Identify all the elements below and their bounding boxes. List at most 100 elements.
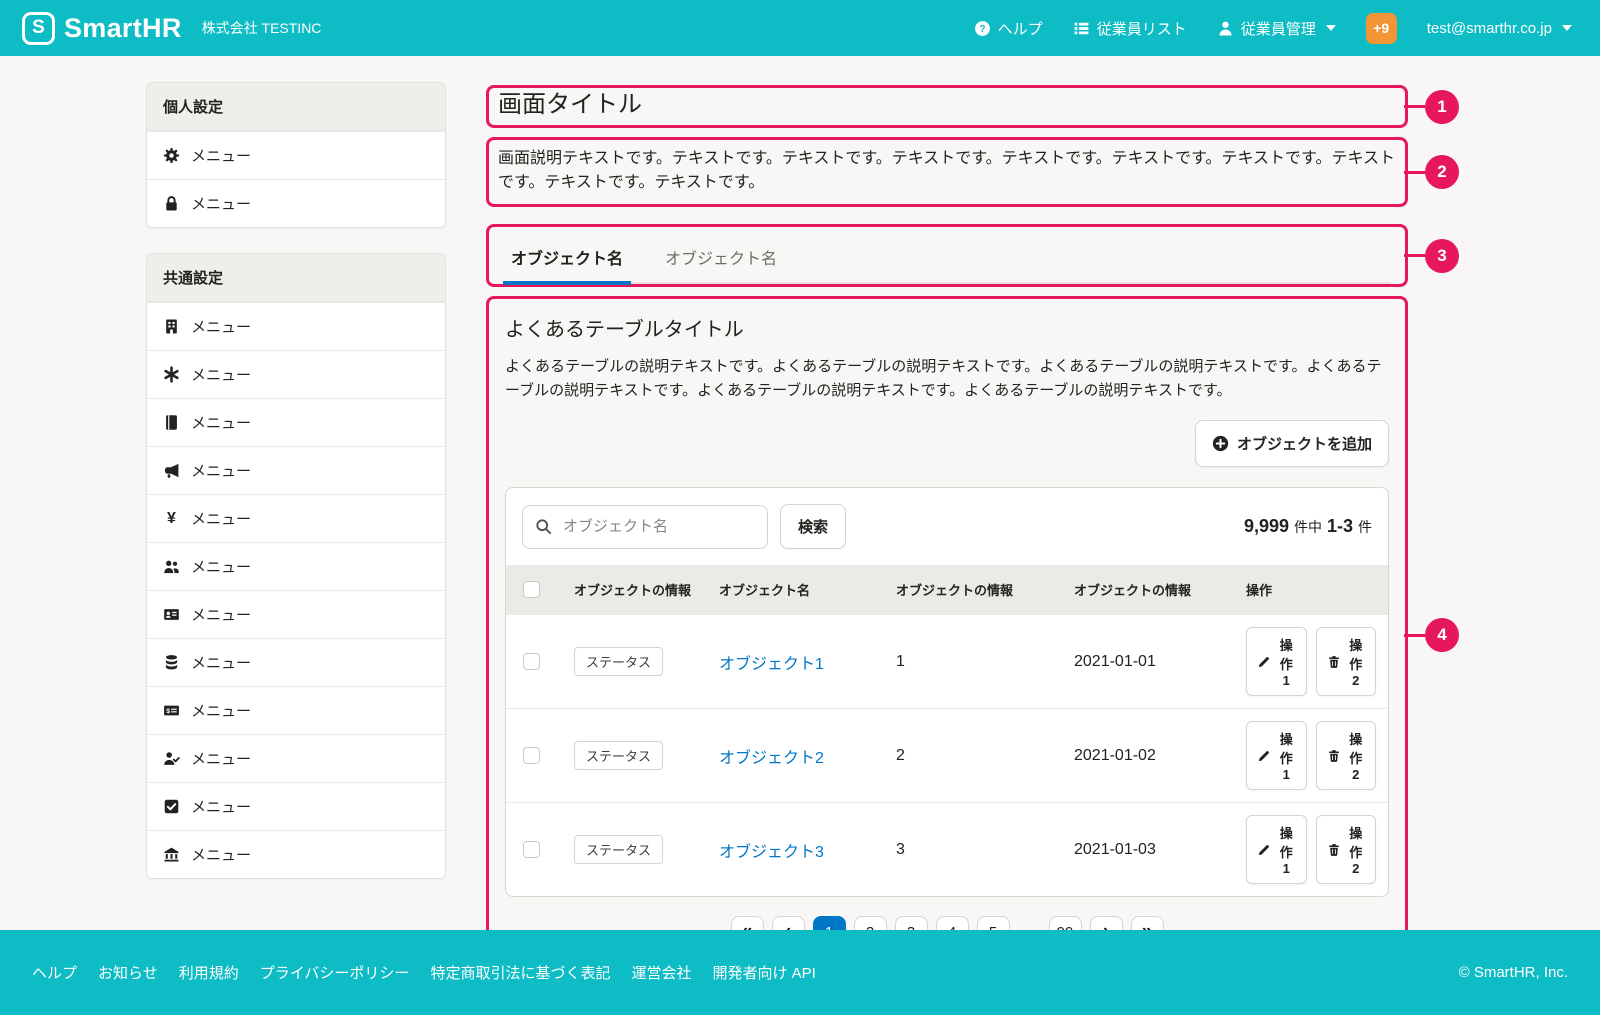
megaphone-icon xyxy=(163,462,180,479)
result-total-suffix: 件中 xyxy=(1294,517,1322,537)
select-all-checkbox[interactable] xyxy=(523,581,540,598)
annotation-box-3: オブジェクト名 オブジェクト名 3 xyxy=(486,224,1408,287)
column-header: オブジェクトの情報 xyxy=(884,565,1062,615)
sidebar-item-menu[interactable]: メニュー xyxy=(147,398,445,446)
sidebar-item-menu[interactable]: メニュー xyxy=(147,782,445,830)
result-total: 9,999 xyxy=(1244,516,1289,537)
search-button[interactable]: 検索 xyxy=(780,504,846,549)
sidebar-group-personal: 個人設定 メニュー メニュー xyxy=(146,82,446,228)
nav-employee-admin-label: 従業員管理 xyxy=(1241,18,1316,39)
page-title: 画面タイトル xyxy=(498,90,1396,120)
object-date: 2021-01-02 xyxy=(1062,709,1234,803)
action2-button[interactable]: 操作2 xyxy=(1316,627,1377,696)
sidebar-item-menu[interactable]: メニュー xyxy=(147,686,445,734)
table-card-title: よくあるテーブルタイトル xyxy=(505,313,1389,342)
object-link[interactable]: オブジェクト3 xyxy=(719,844,824,861)
row-checkbox[interactable] xyxy=(523,841,540,858)
page-description: 画面説明テキストです。テキストです。テキストです。テキストです。テキストです。テ… xyxy=(498,147,1396,195)
action2-button[interactable]: 操作2 xyxy=(1316,721,1377,790)
sidebar-item-menu[interactable]: メニュー xyxy=(147,734,445,782)
sidebar-item-menu[interactable]: メニュー xyxy=(147,302,445,350)
object-info: 1 xyxy=(884,615,1062,709)
object-link[interactable]: オブジェクト2 xyxy=(719,750,824,767)
table-row: ステータス オブジェクト1 1 2021-01-01 操作1 xyxy=(506,615,1388,709)
sidebar-group-title: 個人設定 xyxy=(147,83,445,131)
sidebar-item-menu[interactable]: メニュー xyxy=(147,590,445,638)
header-nav: ヘルプ 従業員リスト 従業員管理 +9 test@smarthr.co.jp xyxy=(974,13,1572,44)
annotation-box-4: よくあるテーブルタイトル よくあるテーブルの説明テキストです。よくあるテーブルの… xyxy=(486,296,1408,974)
tab-object-2[interactable]: オブジェクト名 xyxy=(657,239,785,285)
smarthr-logo-text: SmartHR xyxy=(64,13,182,44)
pencil-icon xyxy=(1257,749,1271,763)
notification-badge[interactable]: +9 xyxy=(1366,13,1397,44)
sidebar-item-menu[interactable]: ¥ メニュー xyxy=(147,494,445,542)
annotation-box-1: 画面タイトル 1 xyxy=(486,85,1408,128)
search-box xyxy=(522,505,768,549)
footer-link-company[interactable]: 運営会社 xyxy=(631,962,691,983)
sidebar-item-label: メニュー xyxy=(191,700,251,721)
nav-employee-admin[interactable]: 従業員管理 xyxy=(1217,18,1336,39)
sidebar-item-label: メニュー xyxy=(191,748,251,769)
sidebar-item-menu[interactable]: メニュー xyxy=(147,542,445,590)
sidebar-item-menu[interactable]: メニュー xyxy=(147,830,445,878)
object-table: オブジェクトの情報 オブジェクト名 オブジェクトの情報 オブジェクトの情報 操作… xyxy=(506,565,1388,896)
id-card-icon xyxy=(163,606,180,623)
column-header: オブジェクトの情報 xyxy=(1062,565,1234,615)
row-checkbox[interactable] xyxy=(523,747,540,764)
action2-button[interactable]: 操作2 xyxy=(1316,815,1377,884)
smarthr-logo[interactable]: S SmartHR xyxy=(22,12,182,45)
sidebar-item-label: メニュー xyxy=(191,844,251,865)
tab-object-1[interactable]: オブジェクト名 xyxy=(503,239,631,285)
result-range-suffix: 件 xyxy=(1358,517,1372,537)
money-check-icon xyxy=(163,702,180,719)
sidebar-item-menu[interactable]: メニュー xyxy=(147,131,445,179)
action2-label: 操作2 xyxy=(1347,823,1366,876)
sidebar-item-label: メニュー xyxy=(191,604,251,625)
sidebar-item-menu[interactable]: メニュー xyxy=(147,446,445,494)
action1-button[interactable]: 操作1 xyxy=(1246,815,1307,884)
lock-icon xyxy=(163,195,180,212)
asterisk-icon xyxy=(163,366,180,383)
search-button-label: 検索 xyxy=(798,516,828,537)
row-checkbox[interactable] xyxy=(523,653,540,670)
result-count: 9,999 件中 1-3 件 xyxy=(1244,516,1372,537)
yen-icon: ¥ xyxy=(163,510,180,527)
sidebar-item-menu[interactable]: メニュー xyxy=(147,638,445,686)
list-icon xyxy=(1073,20,1090,37)
footer-links: ヘルプ お知らせ 利用規約 プライバシーポリシー 特定商取引法に基づく表記 運営… xyxy=(32,962,816,983)
annotation-marker-4: 4 xyxy=(1425,618,1459,652)
action1-button[interactable]: 操作1 xyxy=(1246,721,1307,790)
database-icon xyxy=(163,654,180,671)
add-object-button[interactable]: オブジェクトを追加 xyxy=(1195,420,1389,467)
column-header: オブジェクト名 xyxy=(707,565,884,615)
pencil-icon xyxy=(1257,655,1271,669)
footer-link-privacy[interactable]: プライバシーポリシー xyxy=(260,962,410,983)
account-menu[interactable]: test@smarthr.co.jp xyxy=(1427,20,1572,37)
table-row: ステータス オブジェクト2 2 2021-01-02 操作1 xyxy=(506,709,1388,803)
table-panel: 検索 9,999 件中 1-3 件 オブジェクトの情報 オブジェク xyxy=(505,487,1389,897)
chevron-down-icon xyxy=(1326,25,1336,31)
sidebar-item-label: メニュー xyxy=(191,796,251,817)
sidebar-item-label: メニュー xyxy=(191,316,251,337)
column-header: オブジェクトの情報 xyxy=(562,565,707,615)
user-check-icon xyxy=(163,750,180,767)
footer-link-terms[interactable]: 利用規約 xyxy=(179,962,239,983)
action1-label: 操作1 xyxy=(1277,823,1296,876)
smarthr-logo-icon: S xyxy=(22,12,55,45)
sidebar-item-menu[interactable]: メニュー xyxy=(147,350,445,398)
footer-link-developer-api[interactable]: 開発者向け API xyxy=(712,962,815,983)
action1-button[interactable]: 操作1 xyxy=(1246,627,1307,696)
trash-icon xyxy=(1327,749,1341,763)
annotation-marker-2: 2 xyxy=(1425,155,1459,189)
search-input[interactable] xyxy=(561,517,755,536)
nav-help[interactable]: ヘルプ xyxy=(974,18,1043,39)
footer-link-news[interactable]: お知らせ xyxy=(98,962,158,983)
footer-link-help[interactable]: ヘルプ xyxy=(32,962,77,983)
sidebar-item-label: メニュー xyxy=(191,556,251,577)
sidebar-item-label: メニュー xyxy=(191,508,251,529)
footer-link-commerce-law[interactable]: 特定商取引法に基づく表記 xyxy=(430,962,610,983)
object-link[interactable]: オブジェクト1 xyxy=(719,656,824,673)
sidebar-item-menu[interactable]: メニュー xyxy=(147,179,445,227)
nav-employee-list[interactable]: 従業員リスト xyxy=(1073,18,1187,39)
app-footer: ヘルプ お知らせ 利用規約 プライバシーポリシー 特定商取引法に基づく表記 運営… xyxy=(0,930,1600,1015)
